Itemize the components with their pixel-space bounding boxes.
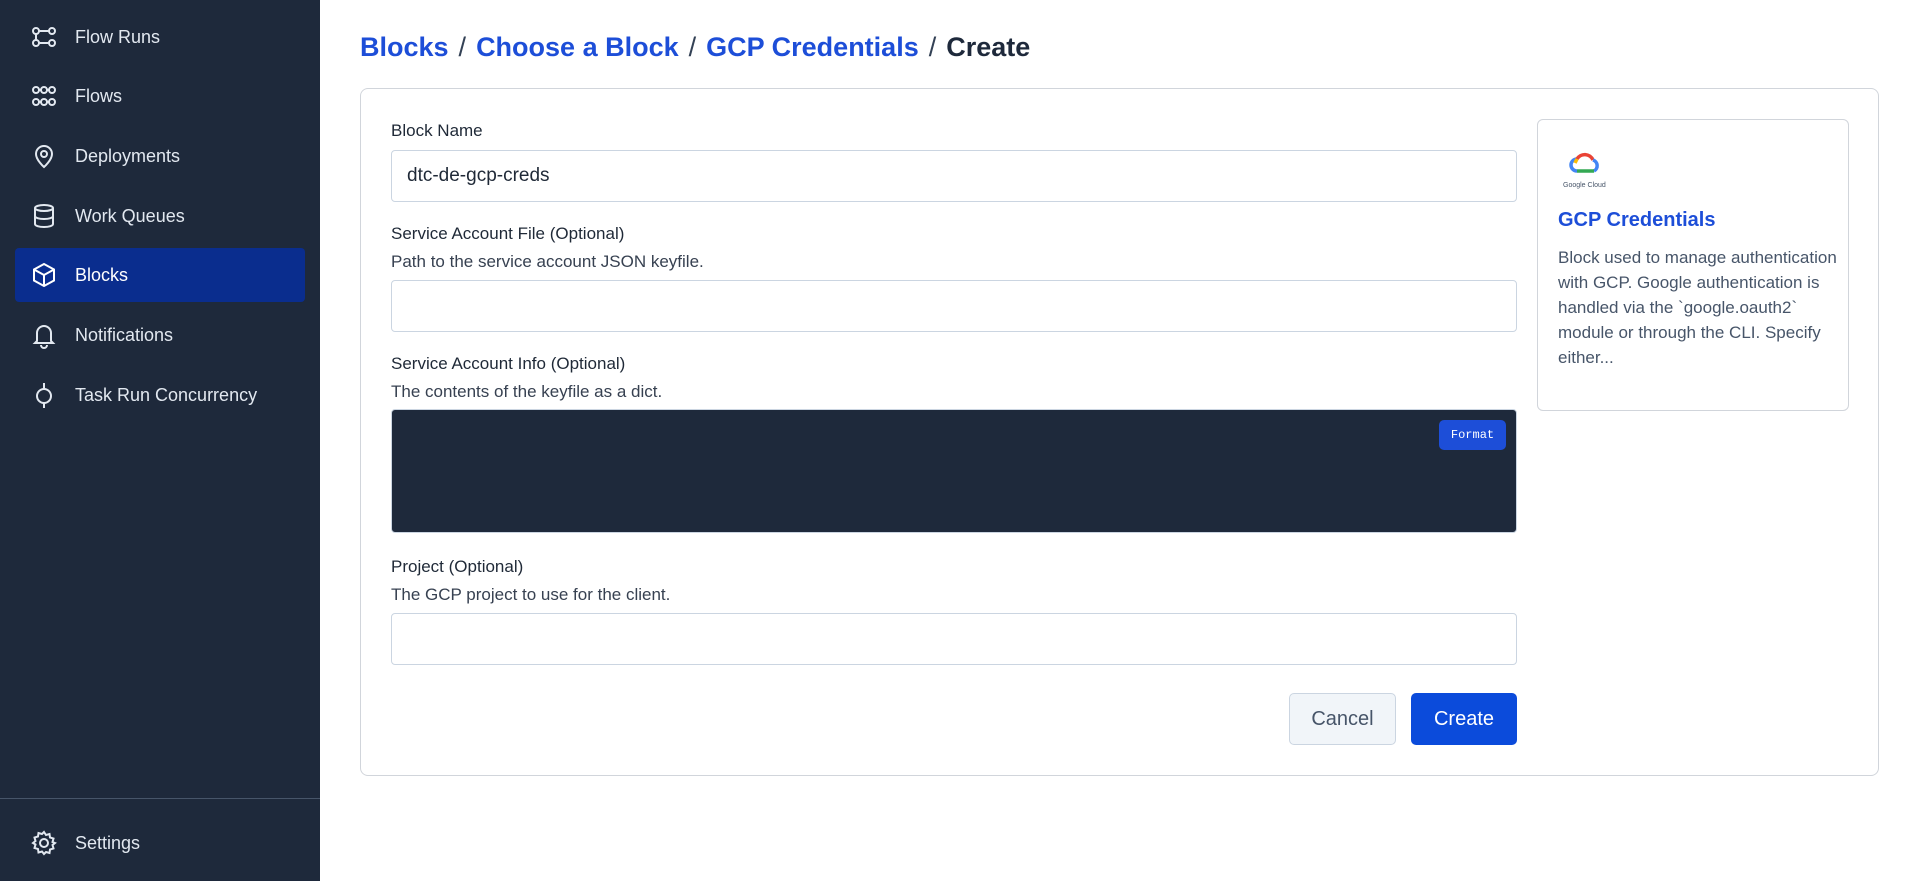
flows-icon <box>30 82 58 110</box>
gear-icon <box>30 829 58 857</box>
block-type-description: Block used to manage authentication with… <box>1558 248 1837 367</box>
sidebar-item-settings[interactable]: Settings <box>15 816 305 870</box>
project-description: The GCP project to use for the client. <box>391 585 671 604</box>
sidebar-item-label: Deployments <box>75 145 181 166</box>
block-type-card: Google Cloud GCP Credentials Block used … <box>1537 119 1849 411</box>
project-label: Project (Optional) <box>391 557 524 576</box>
cancel-button[interactable]: Cancel <box>1289 693 1396 745</box>
breadcrumb-gcp-credentials[interactable]: GCP Credentials <box>706 32 919 63</box>
sidebar-item-label: Notifications <box>75 324 174 345</box>
service-account-file-input[interactable] <box>391 280 1517 332</box>
service-account-file-description: Path to the service account JSON keyfile… <box>391 252 704 271</box>
flow-runs-icon <box>30 23 58 51</box>
logo-caption: Google Cloud <box>1563 182 1606 189</box>
cube-icon <box>30 261 58 289</box>
sidebar-item-flows[interactable]: Flows <box>15 69 305 123</box>
service-account-info-editor[interactable]: Format <box>391 409 1517 533</box>
breadcrumb-separator: / <box>458 32 467 62</box>
sidebar-item-task-run-concurrency[interactable]: Task Run Concurrency <box>15 368 305 422</box>
block-type-title[interactable]: GCP Credentials <box>1558 209 1715 232</box>
block-name-label: Block Name <box>391 121 483 140</box>
service-account-info-label: Service Account Info (Optional) <box>391 354 626 373</box>
service-account-file-label: Service Account File (Optional) <box>391 224 625 243</box>
sidebar-item-deployments[interactable]: Deployments <box>15 129 305 183</box>
format-button[interactable]: Format <box>1439 420 1506 450</box>
location-pin-icon <box>30 142 58 170</box>
sidebar-divider <box>0 798 320 799</box>
sidebar-item-label: Flows <box>75 85 123 106</box>
breadcrumb-separator: / <box>688 32 697 62</box>
breadcrumb-separator: / <box>928 32 937 62</box>
concurrency-icon <box>30 381 58 409</box>
sidebar-item-label: Work Queues <box>75 205 185 226</box>
sidebar-item-work-queues[interactable]: Work Queues <box>15 189 305 243</box>
project-input[interactable] <box>391 613 1517 665</box>
bell-icon <box>30 321 58 349</box>
breadcrumb-current: Create <box>946 32 1031 62</box>
service-account-info-description: The contents of the keyfile as a dict. <box>391 382 663 401</box>
create-button[interactable]: Create <box>1411 693 1517 745</box>
block-name-input[interactable] <box>391 150 1517 202</box>
sidebar-item-notifications[interactable]: Notifications <box>15 308 305 362</box>
sidebar-item-label: Flow Runs <box>75 26 161 47</box>
sidebar-item-blocks[interactable]: Blocks <box>15 248 305 302</box>
breadcrumb-blocks[interactable]: Blocks <box>360 32 449 63</box>
breadcrumb: Blocks / Choose a Block / GCP Credential… <box>360 32 1030 63</box>
sidebar: Flow Runs Flows Deployments Work Queues … <box>0 0 320 881</box>
sidebar-item-label: Settings <box>75 832 141 853</box>
database-icon <box>30 202 58 230</box>
sidebar-item-label: Blocks <box>75 264 129 285</box>
sidebar-item-label: Task Run Concurrency <box>75 384 258 405</box>
breadcrumb-choose-a-block[interactable]: Choose a Block <box>476 32 679 63</box>
sidebar-item-flow-runs[interactable]: Flow Runs <box>15 10 305 64</box>
